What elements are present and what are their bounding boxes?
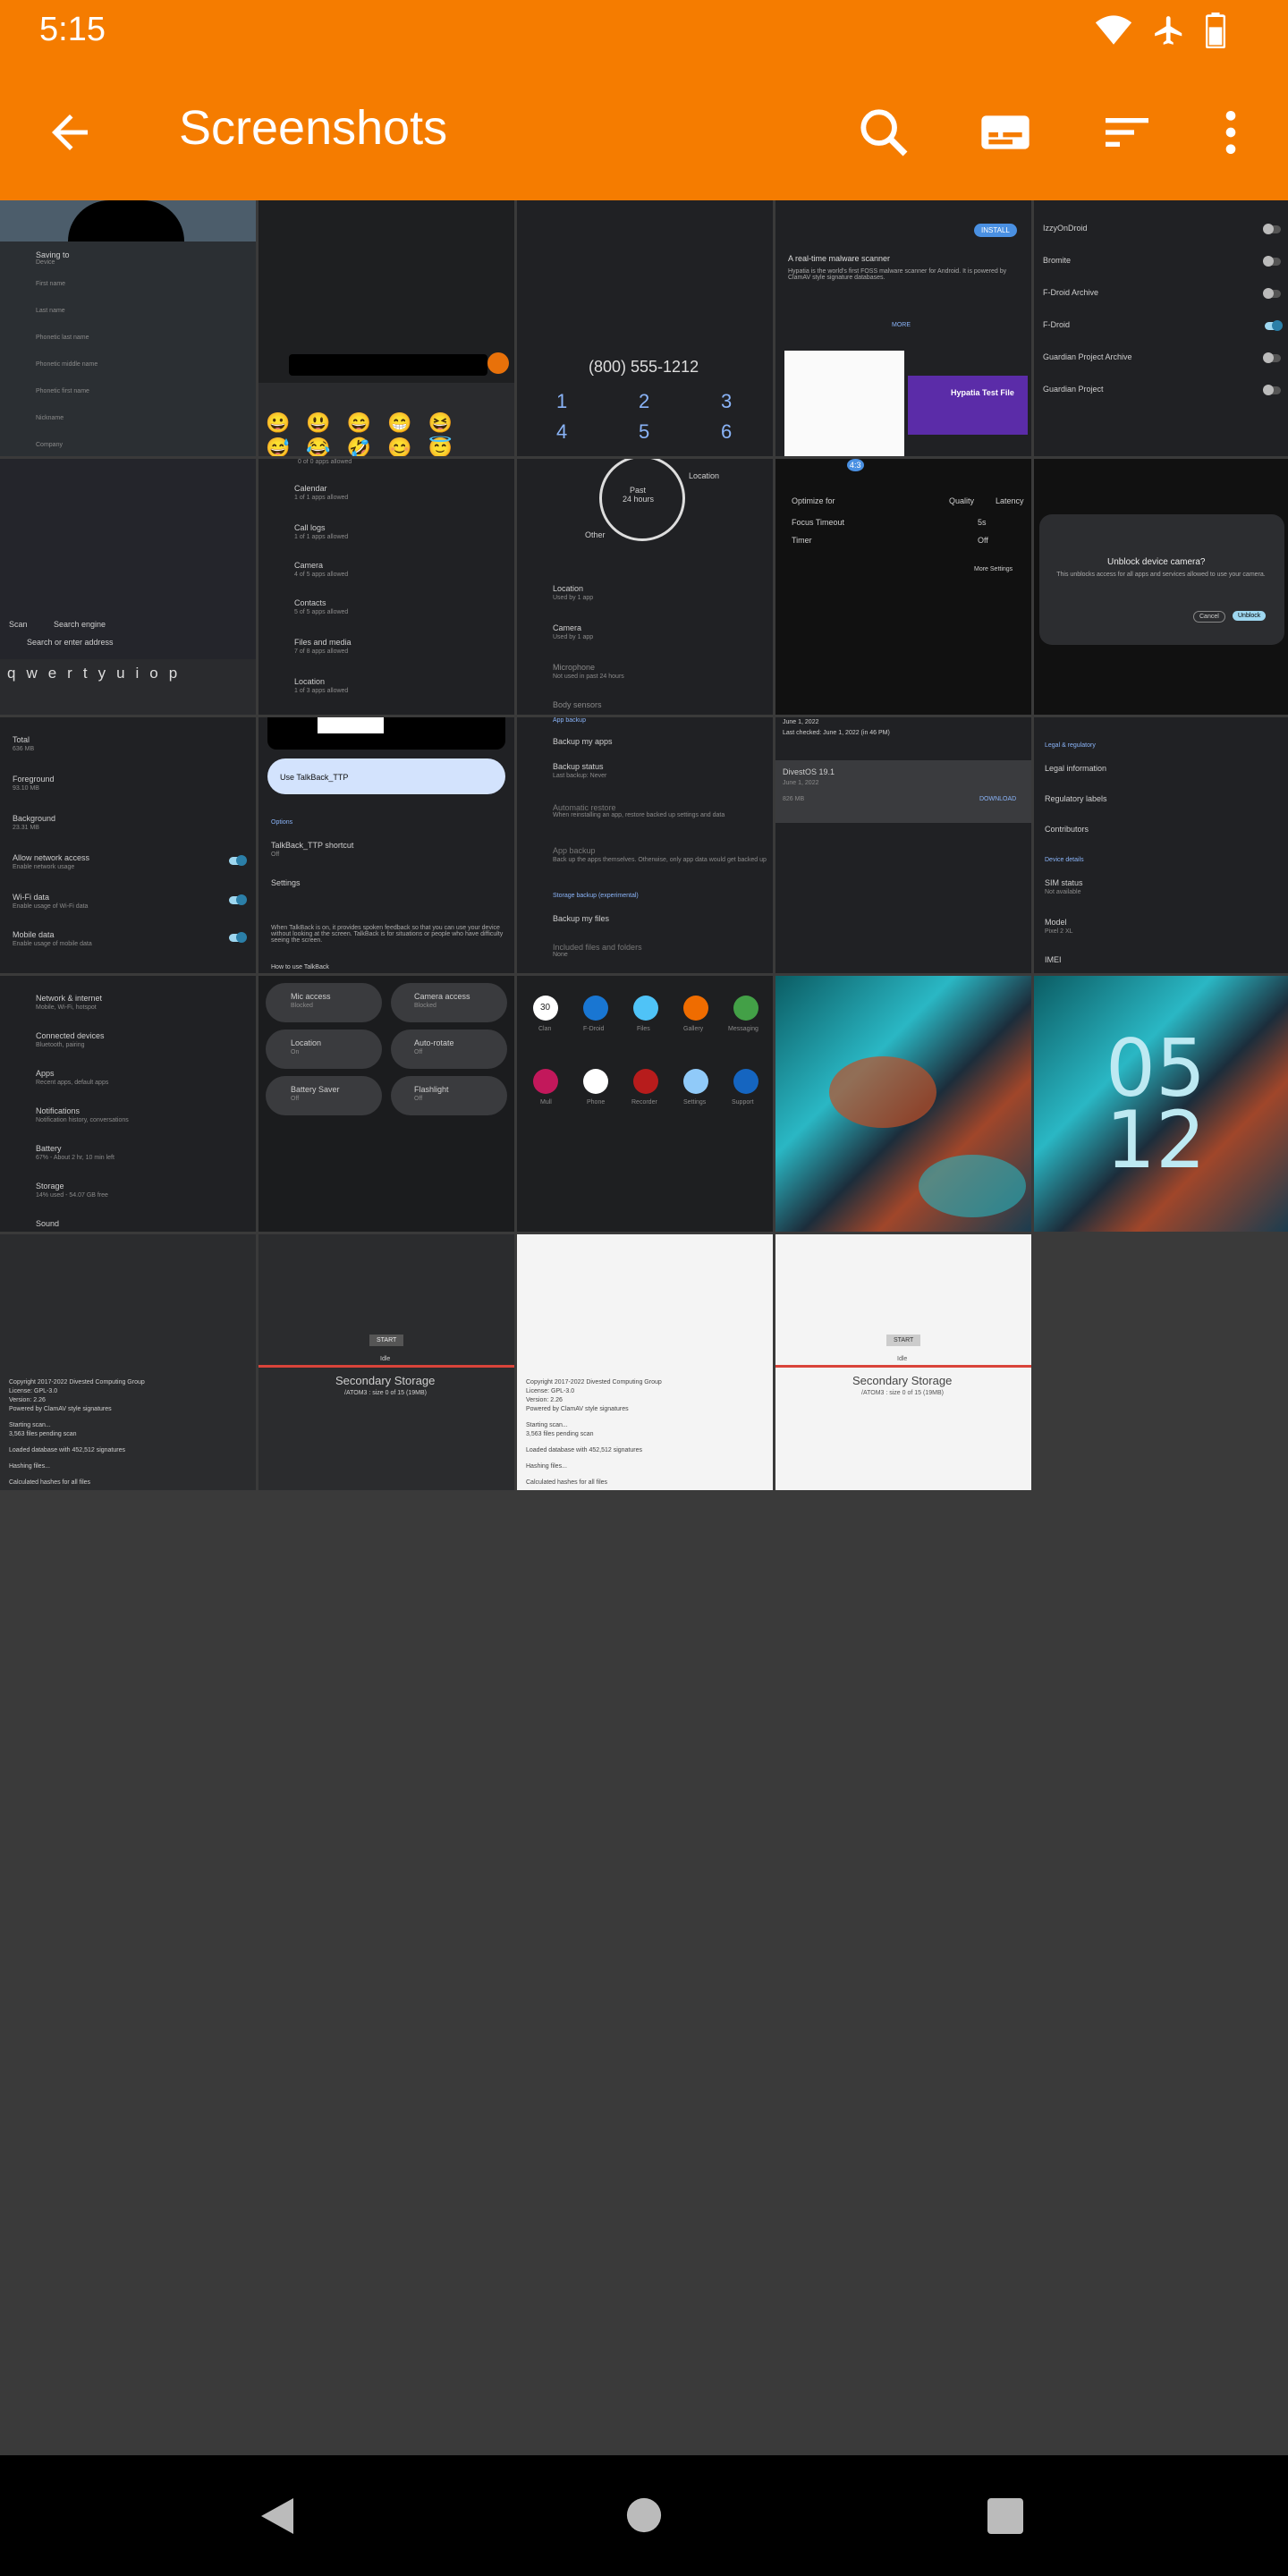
thumbnail-lockscreen-clock[interactable]: 05 12 — [1034, 976, 1288, 1232]
thumbnail-hypatia-start-light[interactable]: START Idle Secondary Storage /ATOM3 : si… — [775, 1234, 1031, 1490]
thumbnail-unblock-camera-dialog[interactable]: Unblock device camera? This unblocks acc… — [1034, 459, 1288, 715]
airplane-mode-icon — [1155, 16, 1182, 45]
thumbnail-hypatia-store[interactable]: INSTALL A real-time malware scanner Hypa… — [775, 200, 1031, 456]
thumbnail-seedvault-backup[interactable]: App backup Backup my apps Backup status … — [517, 717, 773, 973]
status-icons — [1095, 13, 1225, 48]
thumbnail-browser-keyboard[interactable]: Scan Search engine Search or enter addre… — [0, 459, 256, 715]
thumbnail-privacy-dashboard[interactable]: Past 24 hours Location Other Location Us… — [517, 459, 773, 715]
more-options-icon[interactable] — [1202, 104, 1259, 161]
system-navigation-bar — [0, 2455, 1288, 2576]
thumbnail-camera-settings[interactable]: 4:3 Optimize for Quality Latency Focus T… — [775, 459, 1031, 715]
thumbnail-hypatia-start-dark[interactable]: START Idle Secondary Storage /ATOM3 : si… — [258, 1234, 514, 1490]
thumbnail-about-phone[interactable]: Legal & regulatory Legal information Reg… — [1034, 717, 1288, 973]
thumbnail-dialer[interactable]: (800) 555-1212 1 2 3 4 5 6 — [517, 200, 773, 456]
sort-icon[interactable] — [1098, 104, 1156, 161]
slideshow-icon[interactable] — [977, 104, 1034, 161]
thumbnail-system-updater[interactable]: June 1, 2022 Last checked: June 1, 2022 … — [775, 717, 1031, 973]
thumbnail-wallpaper[interactable] — [775, 976, 1031, 1232]
thumbnail-quick-settings[interactable]: Mic access Blocked Camera access Blocked… — [258, 976, 514, 1232]
thumbnail-new-contact[interactable]: Saving to Device First name Last name Ph… — [0, 200, 256, 456]
page-title: Screenshots — [179, 101, 448, 155]
battery-icon — [1206, 13, 1225, 48]
thumbnail-emoji-keyboard[interactable]: 😀😃😄😁😆 😅😂🤣😊😇 — [258, 200, 514, 456]
thumbnail-talkback[interactable]: Use TalkBack_TTP Options TalkBack_TTP sh… — [258, 717, 514, 973]
thumbnail-hypatia-log-dark[interactable]: Copyright 2017-2022 Divested Computing G… — [0, 1234, 256, 1490]
thumbnail-permission-manager[interactable]: 0 of 0 apps allowed Calendar 1 of 1 apps… — [258, 459, 514, 715]
status-time: 5:15 — [39, 11, 106, 48]
app-bar: Screenshots — [0, 64, 1288, 200]
thumbnail-data-usage[interactable]: Total 636 MB Foreground 93.10 MB Backgro… — [0, 717, 256, 973]
search-icon[interactable] — [855, 104, 912, 161]
wifi-icon — [1095, 15, 1132, 45]
nav-recents-icon[interactable] — [987, 2498, 1023, 2534]
thumbnail-hypatia-log-light[interactable]: Copyright 2017-2022 Divested Computing G… — [517, 1234, 773, 1490]
status-bar: 5:15 — [0, 0, 1288, 64]
nav-back-icon[interactable] — [258, 2495, 297, 2538]
thumbnail-fdroid-repos[interactable]: IzzyOnDroid Bromite F-Droid Archive F-Dr… — [1034, 200, 1288, 456]
thumbnail-app-drawer[interactable]: 30 Clan F-Droid Files Gallery Messaging … — [517, 976, 773, 1232]
thumbnail-settings-home[interactable]: Network & internet Mobile, Wi-Fi, hotspo… — [0, 976, 256, 1232]
nav-home-icon[interactable] — [625, 2496, 663, 2534]
back-arrow-icon[interactable] — [43, 106, 97, 159]
